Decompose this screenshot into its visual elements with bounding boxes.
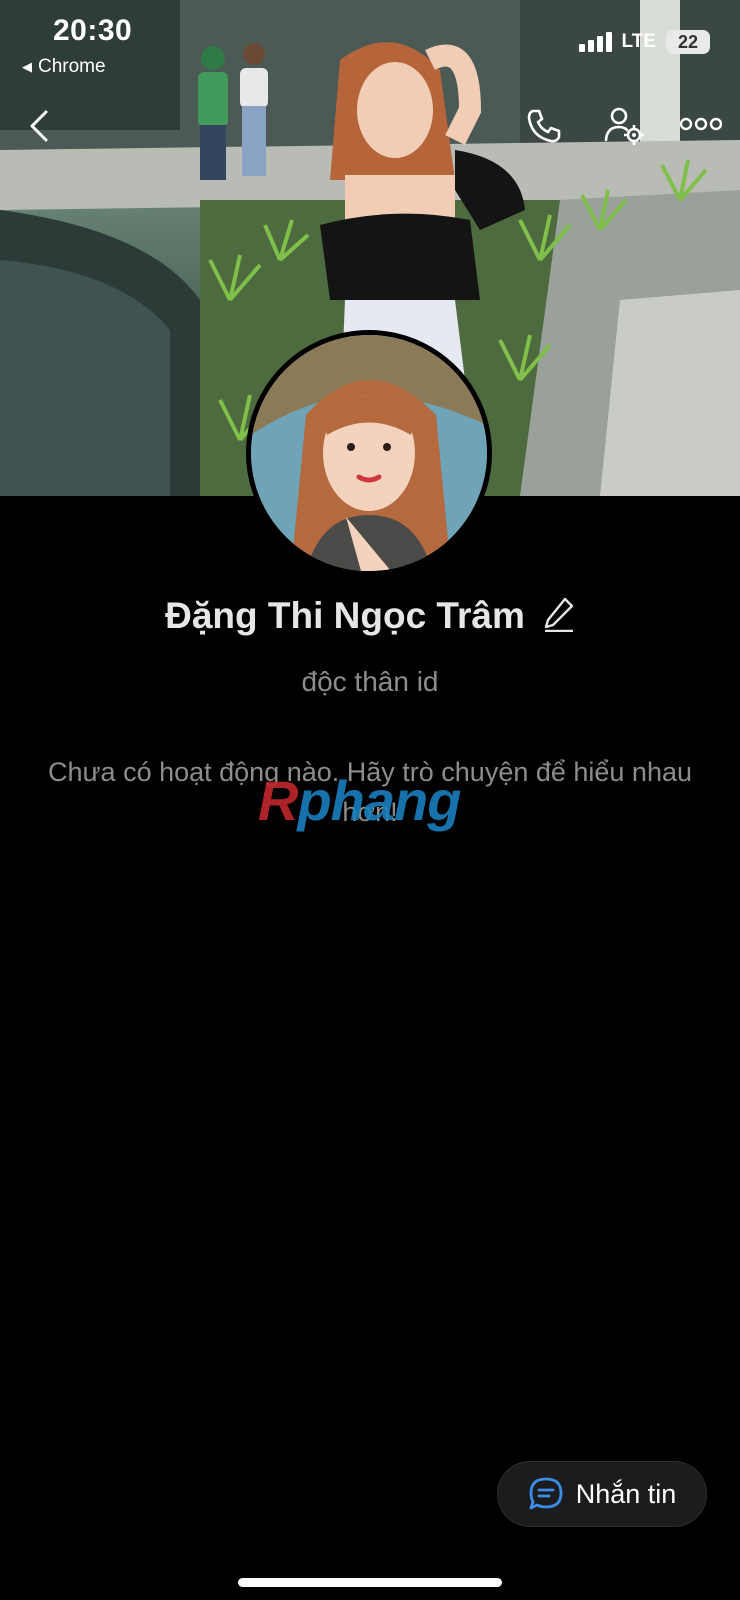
watermark-part2: phang bbox=[297, 769, 461, 832]
call-button[interactable] bbox=[524, 106, 564, 151]
message-button-label: Nhắn tin bbox=[575, 1478, 677, 1509]
battery-icon: 22 bbox=[666, 30, 710, 54]
avatar-image bbox=[251, 335, 487, 571]
chevron-left-icon bbox=[30, 110, 48, 142]
profile-settings-button[interactable] bbox=[603, 104, 645, 151]
pencil-icon bbox=[544, 597, 574, 632]
more-dots-icon bbox=[679, 117, 723, 131]
status-time: 20:30 bbox=[53, 14, 133, 47]
watermark-logo: Rphang bbox=[258, 768, 461, 833]
user-gear-icon bbox=[604, 107, 644, 145]
status-indicators: LTE 22 bbox=[578, 30, 710, 54]
signal-icon bbox=[578, 32, 612, 52]
profile-name-row: Đặng Thi Ngọc Trâm bbox=[0, 595, 740, 637]
phone-icon bbox=[527, 109, 561, 143]
watermark-part1: R bbox=[258, 769, 298, 832]
back-app-label: Chrome bbox=[38, 56, 106, 77]
more-button[interactable] bbox=[679, 116, 723, 137]
home-indicator[interactable] bbox=[238, 1578, 502, 1587]
back-button[interactable] bbox=[26, 108, 54, 149]
battery-level: 22 bbox=[677, 31, 699, 52]
back-triangle-icon: ◀ bbox=[22, 59, 32, 74]
message-button[interactable]: Nhắn tin bbox=[497, 1461, 707, 1527]
network-type: LTE bbox=[621, 31, 656, 52]
avatar[interactable] bbox=[246, 330, 492, 576]
edit-name-button[interactable] bbox=[543, 596, 575, 637]
back-to-app-link[interactable]: ◀ Chrome bbox=[22, 56, 106, 78]
chat-bubble-icon bbox=[529, 1477, 563, 1510]
avatar-portrait bbox=[251, 335, 487, 571]
profile-name: Đặng Thi Ngọc Trâm bbox=[165, 595, 525, 636]
profile-bio: độc thân id bbox=[301, 666, 439, 697]
